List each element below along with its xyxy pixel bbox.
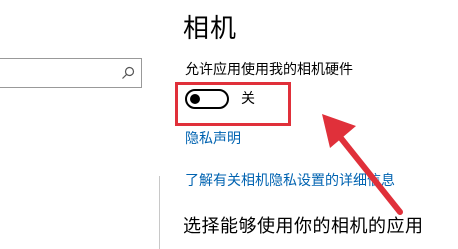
camera-access-toggle[interactable] xyxy=(185,89,229,109)
annotation-arrow-icon xyxy=(322,114,403,215)
search-input[interactable] xyxy=(0,58,142,88)
pane-divider xyxy=(159,176,160,249)
toggle-state-label: 关 xyxy=(241,91,255,107)
privacy-statement-link[interactable]: 隐私声明 xyxy=(185,130,241,148)
camera-access-label: 允许应用使用我的相机硬件 xyxy=(185,62,353,78)
toggle-knob xyxy=(190,94,200,104)
page-title: 相机 xyxy=(183,14,238,44)
search-icon[interactable] xyxy=(121,66,135,80)
